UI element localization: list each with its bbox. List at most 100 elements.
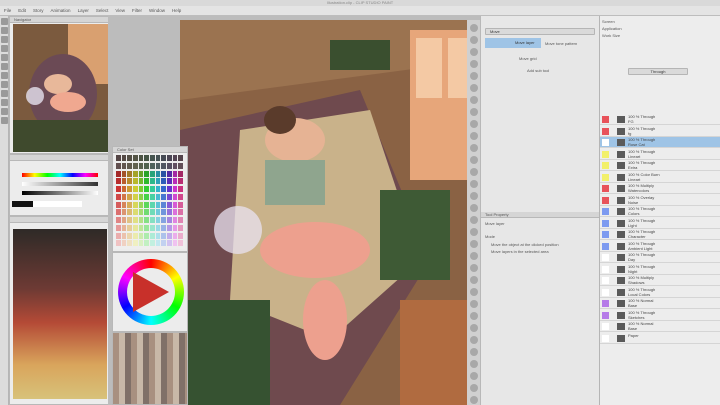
color-swatch[interactable] (116, 240, 121, 247)
layer-row[interactable]: 100 % Multiply Shadows (600, 275, 720, 286)
color-swatch[interactable] (161, 193, 166, 200)
layer-row[interactable]: 100 % Through fg (600, 126, 720, 137)
color-swatch[interactable] (127, 240, 132, 247)
circle-button-icon[interactable] (469, 300, 478, 308)
color-swatch[interactable] (149, 217, 155, 223)
layer-row[interactable]: 100 % Multiply Watercolors (600, 183, 720, 194)
layer-row[interactable]: 100 % Through FG (600, 114, 720, 125)
color-swatch[interactable] (149, 170, 155, 177)
circle-button-icon[interactable] (469, 288, 478, 296)
color-swatch[interactable] (166, 186, 172, 192)
color-swatch[interactable] (127, 186, 132, 192)
color-swatch[interactable] (166, 155, 172, 161)
color-swatch[interactable] (132, 162, 138, 169)
color-swatch[interactable] (127, 162, 132, 169)
zoom-tool-icon[interactable] (1, 18, 8, 25)
color-swatch[interactable] (144, 217, 149, 223)
circle-button-icon[interactable] (469, 120, 478, 128)
color-swatch[interactable] (121, 240, 127, 247)
circle-button-icon[interactable] (469, 204, 478, 212)
circle-button-icon[interactable] (469, 48, 478, 56)
color-swatch[interactable] (144, 209, 149, 216)
color-swatch[interactable] (155, 201, 161, 208)
color-swatch[interactable] (121, 209, 127, 216)
color-swatch[interactable] (172, 162, 178, 169)
brush-tool-icon[interactable] (1, 72, 8, 79)
color-swatch[interactable] (149, 240, 155, 247)
layer-row[interactable]: 100 % Overlay Noise (600, 195, 720, 206)
mode-option-area[interactable]: Move layers in the selected area (491, 249, 549, 254)
color-swatch[interactable] (116, 209, 121, 216)
pen-tool-icon[interactable] (1, 54, 8, 61)
color-swatch[interactable] (116, 201, 121, 208)
selection-tool-icon[interactable] (1, 36, 8, 43)
color-swatch[interactable] (144, 201, 149, 208)
color-swatch[interactable] (138, 217, 144, 223)
circle-button-icon[interactable] (469, 216, 478, 224)
color-swatch[interactable] (166, 162, 172, 169)
color-swatch[interactable] (178, 193, 183, 200)
color-swatch[interactable] (116, 232, 121, 239)
color-swatch[interactable] (161, 232, 166, 239)
color-swatch[interactable] (155, 155, 161, 161)
color-swatch[interactable] (155, 170, 161, 177)
color-swatch[interactable] (116, 186, 121, 192)
color-swatch[interactable] (132, 217, 138, 223)
layer-row[interactable]: 100 % Normal Base (600, 298, 720, 309)
color-swatch[interactable] (138, 224, 144, 231)
color-swatch[interactable] (172, 193, 178, 200)
color-swatch[interactable] (178, 201, 183, 208)
color-swatch[interactable] (138, 170, 144, 177)
layer-row[interactable]: 100 % Through Character (600, 229, 720, 240)
color-swatch[interactable] (116, 155, 121, 161)
circle-button-icon[interactable] (469, 60, 478, 68)
color-swatch[interactable] (155, 186, 161, 192)
color-swatch[interactable] (166, 178, 172, 185)
circle-button-icon[interactable] (469, 36, 478, 44)
sub-tool-move[interactable]: Move (485, 28, 595, 35)
color-swatch[interactable] (161, 186, 166, 192)
color-swatch[interactable] (155, 178, 161, 185)
color-swatch[interactable] (121, 193, 127, 200)
color-swatch[interactable] (127, 217, 132, 223)
color-swatch[interactable] (127, 193, 132, 200)
saturation-slider[interactable] (22, 182, 98, 186)
layer-row[interactable]: 100 % Through Local Colors (600, 287, 720, 298)
layer-row[interactable]: Paper (600, 333, 720, 344)
menu-view[interactable]: View (115, 8, 125, 13)
circle-button-icon[interactable] (469, 132, 478, 140)
mode-option-clicked[interactable]: Move the object at the clicked position (491, 242, 559, 247)
color-swatch[interactable] (172, 232, 178, 239)
color-swatch[interactable] (172, 224, 178, 231)
color-swatch[interactable] (172, 240, 178, 247)
circle-button-icon[interactable] (469, 252, 478, 260)
layer-row[interactable]: 100 % Through Rose Cat (600, 137, 720, 148)
color-swatch[interactable] (161, 224, 166, 231)
color-swatch[interactable] (121, 170, 127, 177)
color-swatch[interactable] (144, 170, 149, 177)
color-swatch[interactable] (172, 217, 178, 223)
color-swatch[interactable] (121, 217, 127, 223)
color-swatch[interactable] (132, 186, 138, 192)
navigator-preview[interactable] (13, 24, 109, 152)
color-gradient-swatch[interactable] (13, 229, 107, 399)
color-swatch[interactable] (144, 224, 149, 231)
color-swatch[interactable] (178, 186, 183, 192)
color-swatch[interactable] (138, 186, 144, 192)
color-swatch[interactable] (144, 162, 149, 169)
color-swatch[interactable] (132, 224, 138, 231)
color-swatch[interactable] (155, 209, 161, 216)
color-swatch[interactable] (121, 186, 127, 192)
color-swatch[interactable] (172, 201, 178, 208)
layer-row[interactable]: 100 % Through Lineart (600, 149, 720, 160)
color-swatch[interactable] (155, 193, 161, 200)
layer-row[interactable]: 100 % Through Day (600, 252, 720, 263)
color-swatch[interactable] (144, 155, 149, 161)
circle-button-icon[interactable] (469, 372, 478, 380)
eyedropper-tool-icon[interactable] (1, 45, 8, 52)
color-swatch[interactable] (116, 193, 121, 200)
color-swatch[interactable] (132, 193, 138, 200)
text-tool-icon[interactable] (1, 117, 8, 124)
move-tool-icon[interactable] (1, 27, 8, 34)
color-swatch[interactable] (172, 209, 178, 216)
